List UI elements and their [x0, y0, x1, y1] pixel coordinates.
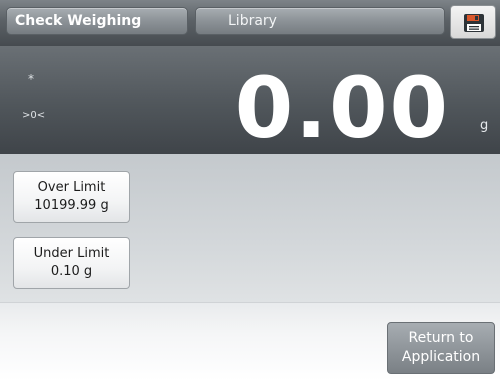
- return-label-line2: Application: [401, 349, 481, 365]
- limits-panel: Over Limit 10199.99 g Under Limit 0.10 g: [0, 154, 500, 302]
- over-limit-button[interactable]: Over Limit 10199.99 g: [13, 171, 130, 223]
- stable-indicator: *: [28, 72, 34, 86]
- under-limit-value: 0.10 g: [50, 264, 93, 279]
- under-limit-label: Under Limit: [33, 246, 110, 261]
- save-button[interactable]: [450, 5, 496, 39]
- library-button[interactable]: Library: [195, 7, 445, 35]
- unit-label: g: [480, 118, 489, 133]
- weight-display: * >0< 0.00 g: [0, 46, 500, 157]
- over-limit-label: Over Limit: [37, 180, 106, 195]
- weight-readout: 0.00: [234, 59, 450, 157]
- bottom-bar: Return to Application: [0, 302, 500, 381]
- over-limit-value: 10199.99 g: [34, 198, 109, 213]
- center-zero-indicator: >0<: [22, 110, 46, 121]
- floppy-disk-icon: [464, 14, 484, 32]
- return-to-application-button[interactable]: Return to Application: [387, 322, 495, 374]
- top-bar: Check Weighing Library: [0, 0, 500, 46]
- return-label-line1: Return to: [408, 330, 474, 346]
- under-limit-button[interactable]: Under Limit 0.10 g: [13, 237, 130, 289]
- application-title-button[interactable]: Check Weighing: [6, 7, 188, 35]
